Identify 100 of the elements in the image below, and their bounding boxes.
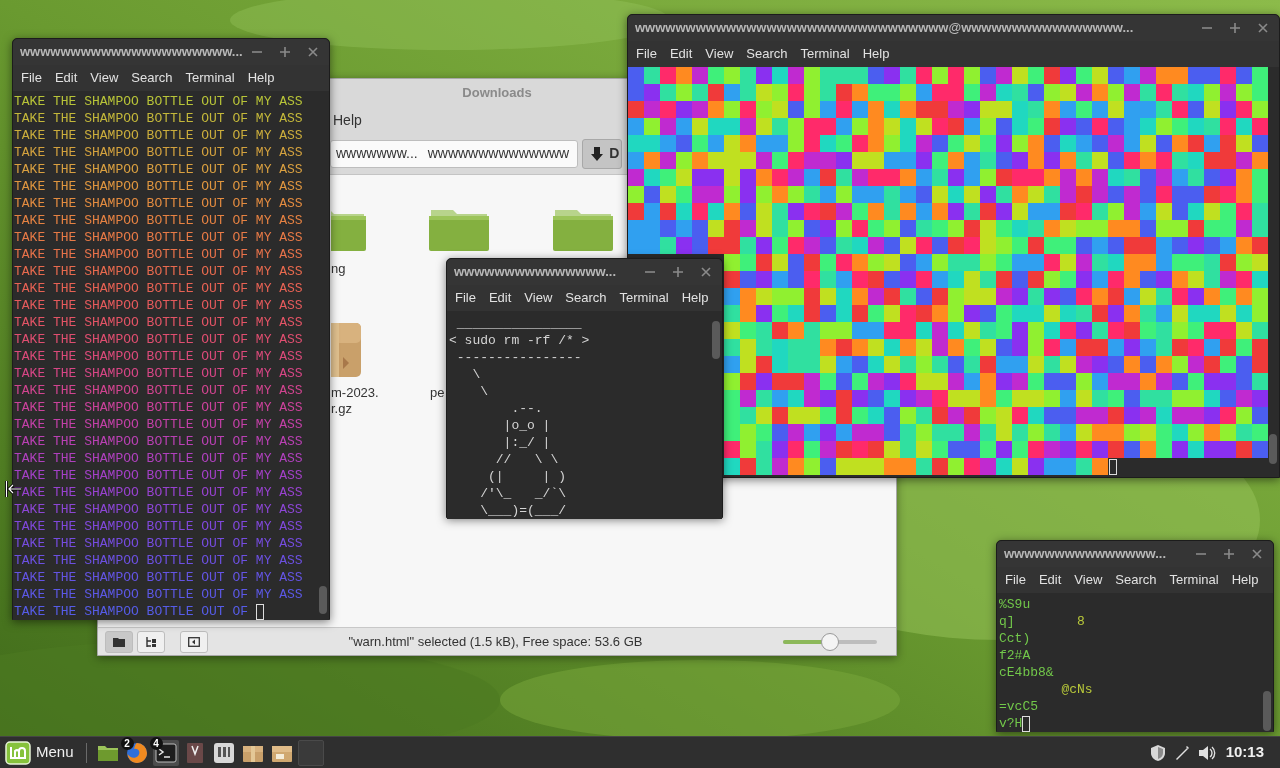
terminal-text: cE4bb8&	[999, 664, 1054, 681]
terminal-line: TAKE THE SHAMPOO BOTTLE OUT OF MY ASS	[14, 382, 303, 399]
menu-item[interactable]: View	[705, 44, 734, 64]
terminal-line: TAKE THE SHAMPOO BOTTLE OUT OF MY ASS	[14, 178, 303, 195]
menu-item[interactable]: Terminal	[1169, 570, 1219, 590]
count-badge: 2	[120, 736, 134, 750]
terminal-line: TAKE THE SHAMPOO BOTTLE OUT OF MY ASS	[14, 518, 303, 535]
terminal-line: TAKE THE SHAMPOO BOTTLE OUT OF MY ASS	[14, 365, 303, 382]
maximize-icon[interactable]	[672, 266, 684, 278]
menu-item[interactable]: Edit	[669, 44, 693, 64]
scrollbar-thumb[interactable]	[712, 321, 720, 359]
file-label[interactable]: pe	[430, 385, 445, 401]
scrollbar-thumb[interactable]	[1269, 434, 1277, 464]
menu-button[interactable]: Menu	[0, 737, 80, 768]
download-button[interactable]: D	[582, 138, 623, 169]
terminal-line: TAKE THE SHAMPOO BOTTLE OUT OF MY ASS	[14, 161, 303, 178]
zoom-slider[interactable]	[783, 632, 877, 651]
terminal-line: TAKE THE SHAMPOO BOTTLE OUT OF MY ASS	[14, 586, 303, 603]
menu-item[interactable]: Edit	[1038, 570, 1062, 590]
close-icon[interactable]	[700, 266, 712, 278]
close-icon[interactable]	[307, 46, 319, 58]
count-badge: 4	[149, 736, 163, 750]
breadcrumb-button[interactable]: wwwwwww...	[331, 143, 424, 164]
clock[interactable]: 10:13	[1225, 741, 1264, 764]
terminal-line: TAKE THE SHAMPOO BOTTLE OUT OF MY ASS	[14, 331, 303, 348]
menu-item[interactable]: Help	[1231, 570, 1259, 590]
menu-item[interactable]: File	[21, 68, 42, 88]
terminal-line: TAKE THE SHAMPOO BOTTLE OUT OF MY ASS	[14, 399, 303, 416]
panel-icon	[188, 636, 200, 647]
taskbar-slot[interactable]: 2	[123, 739, 150, 766]
terminal-line: TAKE THE SHAMPOO BOTTLE OUT OF MY ASS	[14, 552, 303, 569]
close-icon[interactable]	[1257, 22, 1269, 34]
terminal-line: TAKE THE SHAMPOO BOTTLE OUT OF MY ASS	[14, 263, 303, 280]
volume-icon[interactable]	[1197, 744, 1216, 761]
taskbar-slot[interactable]: 4	[152, 739, 179, 766]
menu-item[interactable]: Search	[565, 288, 607, 308]
down-arrow-icon	[590, 145, 605, 162]
window-title: wwwwwwwwwwwwwww...	[1004, 545, 1168, 564]
terminal-line: TAKE THE SHAMPOO BOTTLE OUT OF MY ASS	[14, 297, 303, 314]
terminal-line: TAKE THE SHAMPOO BOTTLE OUT OF MY ASS	[14, 110, 303, 127]
window-title: Downloads	[462, 84, 532, 103]
menu-item[interactable]: Help	[681, 288, 709, 308]
menu-item[interactable]: File	[636, 44, 657, 64]
file-label[interactable]: m-2023. r.gz	[331, 385, 379, 417]
terminal-line: TAKE THE SHAMPOO BOTTLE OUT OF MY ASS	[14, 348, 303, 365]
terminal-text: q]	[999, 613, 1015, 630]
file-label[interactable]: ng	[331, 261, 346, 277]
menu-item[interactable]: Help	[862, 44, 890, 64]
window-title: wwwwwwwwwwwwwww...	[454, 263, 618, 282]
tree-icon	[145, 635, 157, 648]
terminal-line: TAKE THE SHAMPOO BOTTLE OUT OF MY ASS	[14, 501, 303, 518]
window-title: wwwwwwwwwwwwwwwwwwwww...	[20, 43, 244, 62]
terminal-text: f2#A	[999, 647, 1031, 664]
terminal-line: TAKE THE SHAMPOO BOTTLE OUT OF MY ASS	[14, 280, 303, 297]
slider-thumb[interactable]	[821, 632, 839, 651]
places-view-button[interactable]	[105, 630, 133, 653]
terminal-line: TAKE THE SHAMPOO BOTTLE OUT OF MY ASS	[14, 144, 303, 161]
maximize-icon[interactable]	[279, 46, 291, 58]
menu-item[interactable]: File	[455, 288, 476, 308]
terminal-line: TAKE THE SHAMPOO BOTTLE OUT OF MY ASS	[14, 93, 303, 110]
terminal-line: TAKE THE SHAMPOO BOTTLE OUT OF MY ASS	[14, 450, 303, 467]
close-icon[interactable]	[1251, 548, 1263, 560]
status-text: "warn.html" selected (1.5 kB), Free space: 53.6 GB	[347, 632, 644, 651]
terminal-line: TAKE THE SHAMPOO BOTTLE OUT OF MY ASS	[14, 314, 303, 331]
menu-item[interactable]: View	[524, 288, 553, 308]
breadcrumb-button[interactable]: wwwwwwwwwwwwww	[423, 143, 578, 164]
menu-item[interactable]: View	[1074, 570, 1103, 590]
sidebar-toggle-button[interactable]	[180, 630, 208, 653]
terminal-line: TAKE THE SHAMPOO BOTTLE OUT OF MY ASS	[14, 195, 303, 212]
menu-item[interactable]: Search	[746, 44, 788, 64]
menu-item[interactable]: File	[1005, 570, 1026, 590]
window-title: wwwwwwwwwwwwwwwwwwwwwwwwwwwwwww@wwwwwwwwwwwwwwww...	[635, 19, 1135, 38]
terminal-text: @cNs	[1060, 681, 1093, 698]
menu-item[interactable]: Terminal	[619, 288, 669, 308]
tree-view-button[interactable]	[137, 630, 165, 653]
maximize-icon[interactable]	[1229, 22, 1241, 34]
shield-icon[interactable]	[1149, 743, 1166, 762]
menu-item[interactable]: Help	[247, 68, 275, 88]
menu-item[interactable]: Help	[333, 109, 362, 131]
menu-item[interactable]: View	[90, 68, 119, 88]
terminal-line: TAKE THE SHAMPOO BOTTLE OUT OF MY ASS	[14, 246, 303, 263]
scrollbar-thumb[interactable]	[1263, 691, 1271, 731]
menu-item[interactable]: Search	[131, 68, 173, 88]
menu-item[interactable]: Terminal	[800, 44, 850, 64]
terminal-line: TAKE THE SHAMPOO BOTTLE OUT OF MY ASS	[14, 416, 303, 433]
terminal-line: TAKE THE SHAMPOO BOTTLE OUT OF	[14, 603, 249, 620]
terminal-text: 8	[1076, 613, 1085, 630]
terminal-text: Cct)	[999, 630, 1031, 647]
terminal-line: TAKE THE SHAMPOO BOTTLE OUT OF MY ASS	[14, 535, 303, 552]
maximize-icon[interactable]	[1223, 548, 1235, 560]
terminal-line: TAKE THE SHAMPOO BOTTLE OUT OF MY ASS	[14, 569, 303, 586]
terminal-text: =vcC5	[999, 698, 1038, 715]
menu-item[interactable]: Edit	[54, 68, 78, 88]
terminal-text: v?H	[999, 715, 1023, 732]
menu-item[interactable]: Edit	[488, 288, 512, 308]
terminal-text: %S9u	[999, 596, 1031, 613]
menu-item[interactable]: Search	[1115, 570, 1157, 590]
menu-item[interactable]: Terminal	[185, 68, 235, 88]
scrollbar-thumb[interactable]	[319, 586, 327, 614]
terminal-line: TAKE THE SHAMPOO BOTTLE OUT OF MY ASS	[14, 127, 303, 144]
